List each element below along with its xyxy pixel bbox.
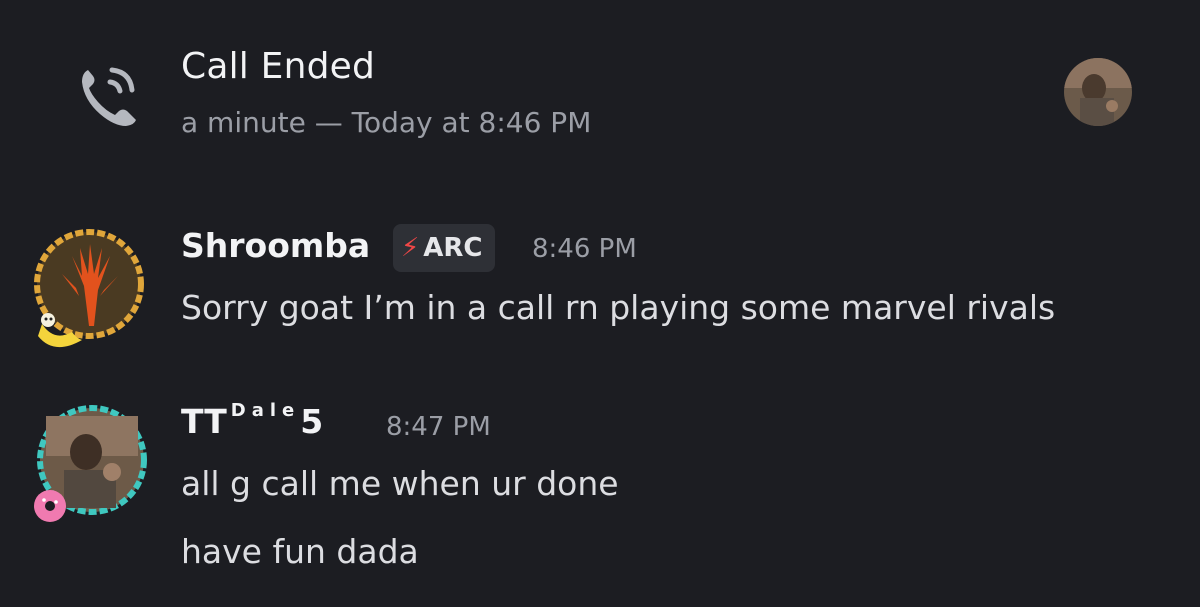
message-author[interactable]: Shroomba [181,226,370,265]
message-text: all g call me when ur done [181,464,619,503]
avatar[interactable] [24,226,154,356]
author-name-superscript: Dale [230,400,301,421]
message-author[interactable]: TT Dale5 [181,400,324,441]
phone-call-icon [82,67,136,126]
clan-tag-label: ARC [423,233,483,263]
call-title: Call Ended [181,46,376,87]
call-duration-timestamp: a minute — Today at 8:46 PM [181,106,592,139]
clan-tag-badge[interactable]: ⚡ ARC [393,224,495,272]
participant-avatar[interactable] [1064,58,1132,126]
call-ended-message: Call Ended a minute — Today at 8:46 PM [0,0,1200,180]
author-name-tail: 5 [300,402,324,441]
author-name-main: TT [181,402,227,441]
avatar[interactable] [24,404,154,534]
donut-icon [34,490,66,522]
message-text: Sorry goat I’m in a call rn playing some… [181,288,1056,327]
message-timestamp: 8:46 PM [532,234,637,264]
message-timestamp: 8:47 PM [386,412,491,442]
message-text: have fun dada [181,532,419,571]
lightning-bolt-icon: ⚡ [401,233,420,263]
